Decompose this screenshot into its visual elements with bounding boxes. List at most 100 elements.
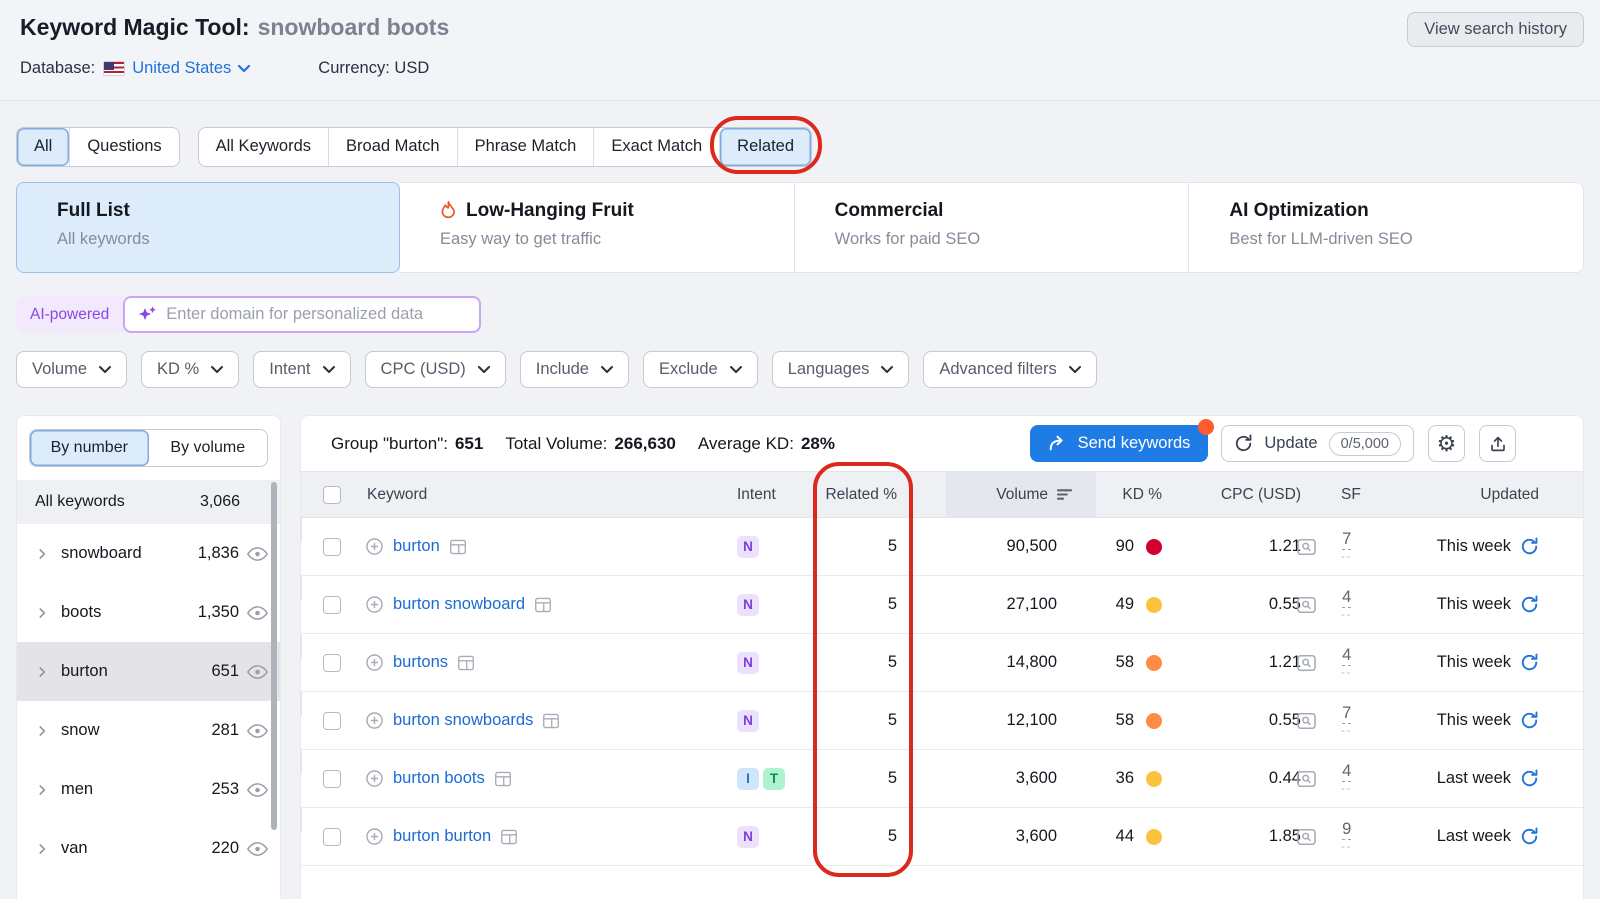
refresh-icon[interactable] xyxy=(1520,827,1539,846)
sidebar-all-keywords-row[interactable]: All keywords 3,066 xyxy=(17,480,280,524)
sidebar-item-men[interactable]: men 253 xyxy=(17,760,280,819)
sidebar-item-burton[interactable]: burton 651 xyxy=(17,642,280,701)
keyword-link[interactable]: burton xyxy=(393,537,440,556)
filter-include[interactable]: Include xyxy=(520,351,629,388)
sf-count-link[interactable]: 4 xyxy=(1342,646,1351,667)
serp-icon[interactable] xyxy=(500,829,518,845)
send-keywords-button[interactable]: Send keywords xyxy=(1030,425,1209,462)
chevron-right-icon[interactable] xyxy=(35,842,49,856)
add-keyword-icon[interactable] xyxy=(365,653,384,672)
settings-button[interactable]: ⚙ xyxy=(1428,425,1465,462)
add-keyword-icon[interactable] xyxy=(365,711,384,730)
view-search-history-button[interactable]: View search history xyxy=(1407,12,1584,47)
serp-icon[interactable] xyxy=(457,655,475,671)
serp-snapshot-icon[interactable] xyxy=(1296,808,1317,865)
card-commercial[interactable]: Commercial Works for paid SEO xyxy=(794,183,1189,272)
serp-icon[interactable] xyxy=(534,597,552,613)
filter-advanced-filters[interactable]: Advanced filters xyxy=(923,351,1096,388)
column-related[interactable]: Related % xyxy=(825,472,897,517)
eye-icon[interactable] xyxy=(247,841,268,857)
chevron-right-icon[interactable] xyxy=(35,665,49,679)
tab-questions[interactable]: Questions xyxy=(69,128,178,166)
keyword-link[interactable]: burtons xyxy=(393,653,448,672)
column-kd[interactable]: KD % xyxy=(1122,472,1162,517)
serp-icon[interactable] xyxy=(449,539,467,555)
update-button[interactable]: Update 0/5,000 xyxy=(1221,425,1414,462)
add-keyword-icon[interactable] xyxy=(365,595,384,614)
serp-icon[interactable] xyxy=(494,771,512,787)
filter-volume[interactable]: Volume xyxy=(16,351,127,388)
row-checkbox[interactable] xyxy=(323,828,341,846)
row-checkbox[interactable] xyxy=(323,770,341,788)
serp-snapshot-icon[interactable] xyxy=(1296,692,1317,749)
tab-broad-match[interactable]: Broad Match xyxy=(328,128,457,166)
tab-all[interactable]: All xyxy=(17,128,69,166)
sidebar-item-boots[interactable]: boots 1,350 xyxy=(17,583,280,642)
tab-phrase-match[interactable]: Phrase Match xyxy=(457,128,594,166)
filter-cpc-usd[interactable]: CPC (USD) xyxy=(365,351,506,388)
chevron-right-icon[interactable] xyxy=(35,606,49,620)
column-volume[interactable]: Volume xyxy=(996,472,1072,517)
eye-icon[interactable] xyxy=(247,723,268,739)
row-checkbox[interactable] xyxy=(323,538,341,556)
serp-snapshot-icon[interactable] xyxy=(1296,634,1317,691)
chevron-right-icon[interactable] xyxy=(35,724,49,738)
refresh-icon[interactable] xyxy=(1520,653,1539,672)
sf-count-link[interactable]: 9 xyxy=(1342,820,1351,841)
keyword-link[interactable]: burton boots xyxy=(393,769,485,788)
sf-count-link[interactable]: 4 xyxy=(1342,762,1351,783)
card-ai-optimization[interactable]: AI Optimization Best for LLM-driven SEO xyxy=(1188,183,1583,272)
serp-snapshot-icon[interactable] xyxy=(1296,750,1317,807)
refresh-icon[interactable] xyxy=(1520,595,1539,614)
sidebar-item-snow[interactable]: snow 281 xyxy=(17,701,280,760)
column-intent[interactable]: Intent xyxy=(737,472,776,517)
refresh-icon[interactable] xyxy=(1520,711,1539,730)
filter-kd[interactable]: KD % xyxy=(141,351,239,388)
filter-exclude[interactable]: Exclude xyxy=(643,351,758,388)
export-button[interactable] xyxy=(1479,425,1516,462)
tab-all-keywords[interactable]: All Keywords xyxy=(199,128,328,166)
card-low-hanging-fruit[interactable]: Low-Hanging Fruit Easy way to get traffi… xyxy=(400,183,794,272)
card-full-list[interactable]: Full List All keywords xyxy=(16,182,400,273)
filter-intent[interactable]: Intent xyxy=(253,351,350,388)
volume-value: 14,800 xyxy=(1007,634,1057,691)
column-cpc[interactable]: CPC (USD) xyxy=(1221,472,1301,517)
keyword-link[interactable]: burton snowboard xyxy=(393,595,525,614)
column-keyword[interactable]: Keyword xyxy=(367,472,427,517)
serp-snapshot-icon[interactable] xyxy=(1296,518,1317,575)
sf-count-link[interactable]: 4 xyxy=(1342,588,1351,609)
sf-count-link[interactable]: 7 xyxy=(1342,704,1351,725)
add-keyword-icon[interactable] xyxy=(365,769,384,788)
sf-count-link[interactable]: 7 xyxy=(1342,530,1351,551)
sidebar-item-van[interactable]: van 220 xyxy=(17,819,280,878)
eye-icon[interactable] xyxy=(247,546,268,562)
eye-icon[interactable] xyxy=(247,782,268,798)
add-keyword-icon[interactable] xyxy=(365,827,384,846)
chevron-right-icon[interactable] xyxy=(35,783,49,797)
refresh-icon[interactable] xyxy=(1520,769,1539,788)
sidebar-scrollbar[interactable] xyxy=(271,482,277,830)
tab-exact-match[interactable]: Exact Match xyxy=(593,128,719,166)
keyword-link[interactable]: burton snowboards xyxy=(393,711,533,730)
add-keyword-icon[interactable] xyxy=(365,537,384,556)
refresh-icon[interactable] xyxy=(1520,537,1539,556)
column-sf[interactable]: SF xyxy=(1341,472,1361,517)
filter-languages[interactable]: Languages xyxy=(772,351,910,388)
row-checkbox[interactable] xyxy=(323,596,341,614)
eye-icon[interactable] xyxy=(247,664,268,680)
select-all-checkbox[interactable] xyxy=(323,486,341,504)
toggle-by-number[interactable]: By number xyxy=(30,430,149,466)
database-selector[interactable]: United States xyxy=(103,59,250,78)
sidebar-item-snowboard[interactable]: snowboard 1,836 xyxy=(17,524,280,583)
toggle-by-volume[interactable]: By volume xyxy=(149,430,268,466)
eye-icon[interactable] xyxy=(247,605,268,621)
keyword-link[interactable]: burton burton xyxy=(393,827,491,846)
row-checkbox[interactable] xyxy=(323,654,341,672)
serp-snapshot-icon[interactable] xyxy=(1296,576,1317,633)
column-updated[interactable]: Updated xyxy=(1480,472,1539,517)
domain-input[interactable]: Enter domain for personalized data xyxy=(123,296,481,333)
tab-related[interactable]: Related xyxy=(719,128,811,166)
row-checkbox[interactable] xyxy=(323,712,341,730)
chevron-right-icon[interactable] xyxy=(35,547,49,561)
serp-icon[interactable] xyxy=(542,713,560,729)
